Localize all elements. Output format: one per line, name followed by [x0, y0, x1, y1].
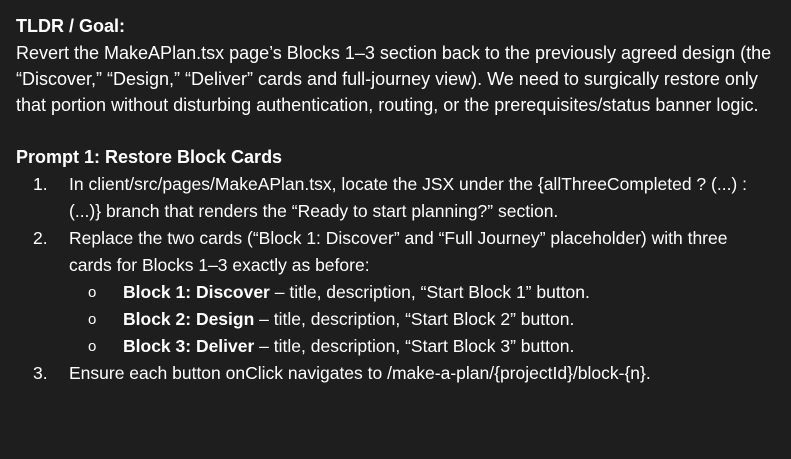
- sub-item-text: – title, description, “Start Block 2” bu…: [254, 309, 575, 329]
- step-item-2: 2. Replace the two cards (“Block 1: Disc…: [16, 225, 775, 360]
- circle-bullet-icon: o: [88, 311, 97, 328]
- tldr-paragraph: Revert the MakeAPlan.tsx page’s Blocks 1…: [16, 43, 772, 115]
- step-text: In client/src/pages/MakeAPlan.tsx, locat…: [69, 174, 747, 221]
- sub-list: o Block 1: Discover – title, description…: [69, 279, 775, 360]
- prompt1-heading: Prompt 1: Restore Block Cards: [16, 147, 283, 167]
- circle-bullet-icon: o: [88, 284, 97, 301]
- step-text: Replace the two cards (“Block 1: Discove…: [69, 228, 728, 275]
- sub-item-text: – title, description, “Start Block 3” bu…: [254, 336, 575, 356]
- circle-bullet-icon: o: [88, 338, 97, 355]
- tldr-heading: TLDR / Goal:: [16, 16, 125, 36]
- step-number: 2.: [33, 228, 48, 248]
- step-number: 3.: [33, 363, 48, 383]
- step-item-3: 3. Ensure each button onClick navigates …: [16, 360, 775, 387]
- step-text: Ensure each button onClick navigates to …: [69, 363, 651, 383]
- sub-item-block-2: o Block 2: Design – title, description, …: [16, 306, 775, 333]
- sub-item-text: – title, description, “Start Block 1” bu…: [269, 282, 590, 302]
- sub-item-title: Block 3: Deliver: [123, 336, 255, 356]
- document: TLDR / Goal: Revert the MakeAPlan.tsx pa…: [0, 0, 791, 387]
- steps-list: 1. In client/src/pages/MakeAPlan.tsx, lo…: [16, 171, 775, 387]
- sub-item-block-1: o Block 1: Discover – title, description…: [16, 279, 775, 306]
- step-item-1: 1. In client/src/pages/MakeAPlan.tsx, lo…: [16, 171, 775, 225]
- sub-item-title: Block 1: Discover: [123, 282, 270, 302]
- step-number: 1.: [33, 174, 48, 194]
- sub-item-block-3: o Block 3: Deliver – title, description,…: [16, 333, 775, 360]
- sub-item-title: Block 2: Design: [123, 309, 255, 329]
